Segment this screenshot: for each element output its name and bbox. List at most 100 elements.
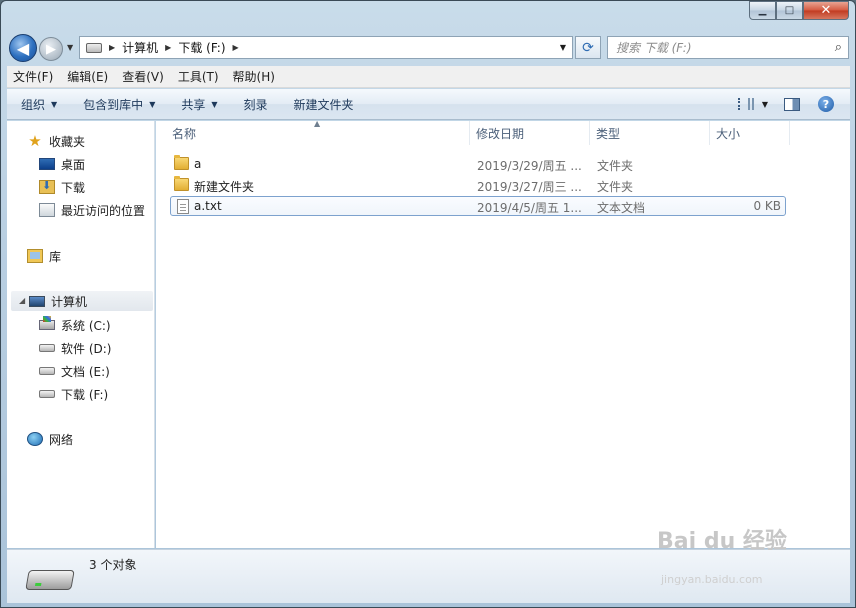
refresh-icon: ⟳ — [582, 39, 594, 56]
nav-recent-label: 最近访问的位置 — [61, 203, 146, 218]
drive-icon — [25, 570, 75, 590]
nav-computer-label: 计算机 — [51, 294, 88, 309]
drive-icon — [39, 344, 55, 352]
computer-icon — [29, 295, 45, 307]
nav-favorites[interactable]: ★ 收藏夹 — [27, 131, 85, 151]
drive-icon — [39, 367, 55, 375]
include-library-label: 包含到库中 — [83, 97, 144, 112]
back-button[interactable]: ◀ — [9, 34, 37, 62]
watermark-logo: Bai du 经验 — [657, 529, 787, 554]
chevron-down-icon: ▼ — [51, 99, 58, 109]
window-controls: ▁ □ ✕ — [749, 1, 849, 20]
nav-recent-places[interactable]: 最近访问的位置 — [39, 200, 145, 220]
file-modified: 2019/3/27/周三 ... — [477, 180, 582, 194]
nav-drive-d[interactable]: 软件 (D:) — [39, 338, 111, 358]
column-header-type[interactable]: 类型 — [590, 121, 710, 145]
network-icon — [27, 432, 43, 446]
address-row: ◀ ▶ ▼ ▶ 计算机 ▶ 下载 (F:) ▶ ▼ ⟳ 搜索 下载 (F:) ⌕ — [9, 33, 849, 62]
recent-places-icon — [39, 203, 55, 217]
column-header-size[interactable]: 大小 — [710, 121, 790, 145]
file-name: 新建文件夹 — [194, 180, 255, 194]
new-folder-button[interactable]: 新建文件夹 — [294, 96, 354, 113]
menu-bar: 文件(F) 编辑(E) 查看(V) 工具(T) 帮助(H) — [7, 66, 850, 88]
nav-computer[interactable]: ◢ 计算机 — [11, 291, 153, 311]
view-options-dropdown-icon[interactable]: ▼ — [762, 100, 768, 109]
breadcrumb-separator-icon[interactable]: ▶ — [165, 43, 171, 52]
drive-e-label: 文档 (E:) — [61, 364, 110, 379]
nav-libraries-label: 库 — [49, 249, 62, 264]
organize-label: 组织 — [21, 97, 46, 112]
menu-view[interactable]: 查看(V) — [122, 68, 164, 85]
column-header-modified[interactable]: 修改日期 — [470, 121, 590, 145]
navigation-pane: ★ 收藏夹 桌面 下载 最近访问的位置 库 ◢ 计算机 系统 (C:) — [7, 121, 155, 548]
chevron-down-icon: ▼ — [211, 99, 218, 109]
organize-button[interactable]: 组织 ▼ — [21, 96, 57, 113]
nav-desktop-label: 桌面 — [61, 157, 86, 172]
expand-arrow-icon[interactable]: ◢ — [19, 296, 25, 305]
file-type: 文件夹 — [597, 159, 634, 173]
toolbar-right: ▼ ? — [737, 96, 850, 112]
file-row[interactable]: a 2019/3/29/周五 ... 文件夹 — [170, 154, 786, 174]
nav-network[interactable]: 网络 — [27, 429, 73, 449]
breadcrumb-download-drive[interactable]: 下载 (F:) — [178, 39, 225, 56]
nav-downloads[interactable]: 下载 — [39, 177, 85, 197]
breadcrumb-computer[interactable]: 计算机 — [122, 39, 158, 56]
desktop-icon — [39, 158, 55, 170]
address-bar[interactable]: ▶ 计算机 ▶ 下载 (F:) ▶ ▼ — [79, 36, 573, 59]
explorer-window: ▁ □ ✕ ◀ ▶ ▼ ▶ 计算机 ▶ 下载 (F:) ▶ ▼ ⟳ 搜索 下载 … — [0, 0, 856, 608]
menu-edit[interactable]: 编辑(E) — [67, 68, 108, 85]
nav-downloads-label: 下载 — [61, 180, 86, 195]
library-icon — [27, 249, 43, 263]
burn-button[interactable]: 刻录 — [244, 96, 268, 113]
drive-c-label: 系统 (C:) — [61, 318, 111, 333]
drive-icon — [39, 390, 55, 398]
search-icon[interactable]: ⌕ — [835, 40, 842, 55]
watermark-url: jingyan.baidu.com — [661, 573, 763, 586]
menu-help[interactable]: 帮助(H) — [233, 68, 275, 85]
nav-drive-c[interactable]: 系统 (C:) — [39, 315, 111, 335]
change-view-icon[interactable] — [737, 98, 754, 110]
file-type: 文本文档 — [597, 201, 646, 215]
column-header-name[interactable]: 名称 — [166, 121, 470, 145]
drive-d-label: 软件 (D:) — [61, 341, 112, 356]
include-in-library-button[interactable]: 包含到库中 ▼ — [83, 96, 155, 113]
share-button[interactable]: 共享 ▼ — [181, 96, 217, 113]
nav-drive-f[interactable]: 下载 (F:) — [39, 384, 108, 404]
file-row-selected[interactable]: a.txt 2019/4/5/周五 1... 文本文档 0 KB — [170, 196, 786, 216]
menu-file[interactable]: 文件(F) — [13, 68, 53, 85]
maximize-button[interactable]: □ — [776, 1, 803, 20]
nav-libraries[interactable]: 库 — [27, 246, 61, 266]
breadcrumb-separator-icon[interactable]: ▶ — [109, 43, 115, 52]
file-row[interactable]: 新建文件夹 2019/3/27/周三 ... 文件夹 — [170, 175, 786, 195]
file-modified: 2019/4/5/周五 1... — [477, 201, 582, 215]
preview-pane-icon[interactable] — [784, 97, 800, 111]
file-type: 文件夹 — [597, 180, 634, 194]
search-input[interactable]: 搜索 下载 (F:) ⌕ — [607, 36, 849, 59]
minimize-button[interactable]: ▁ — [749, 1, 776, 20]
recent-pages-dropdown[interactable]: ▼ — [67, 43, 73, 52]
system-drive-icon — [39, 316, 55, 330]
file-list: ▲ 名称 修改日期 类型 大小 a 2019/3/29/周五 ... 文件夹 新… — [156, 119, 850, 548]
menu-tools[interactable]: 工具(T) — [178, 68, 219, 85]
share-label: 共享 — [181, 97, 206, 112]
file-name: a — [194, 157, 202, 171]
breadcrumb-separator-icon[interactable]: ▶ — [233, 43, 239, 52]
file-name: a.txt — [194, 199, 222, 213]
folder-icon — [174, 176, 189, 191]
address-dropdown-icon[interactable]: ▼ — [560, 43, 566, 52]
downloads-folder-icon — [39, 179, 55, 194]
nav-desktop[interactable]: 桌面 — [39, 154, 85, 174]
text-file-icon — [177, 199, 189, 214]
file-modified: 2019/3/29/周五 ... — [477, 159, 582, 173]
help-icon[interactable]: ? — [818, 96, 834, 112]
drive-f-label: 下载 (F:) — [61, 387, 109, 402]
close-button[interactable]: ✕ — [803, 1, 849, 20]
nav-network-label: 网络 — [49, 432, 74, 447]
forward-button[interactable]: ▶ — [39, 37, 63, 61]
refresh-button[interactable]: ⟳ — [575, 36, 601, 59]
star-icon: ★ — [28, 132, 42, 150]
nav-drive-e[interactable]: 文档 (E:) — [39, 361, 110, 381]
chevron-down-icon: ▼ — [149, 99, 156, 109]
nav-favorites-label: 收藏夹 — [49, 134, 86, 149]
file-size: 0 KB — [753, 199, 781, 213]
